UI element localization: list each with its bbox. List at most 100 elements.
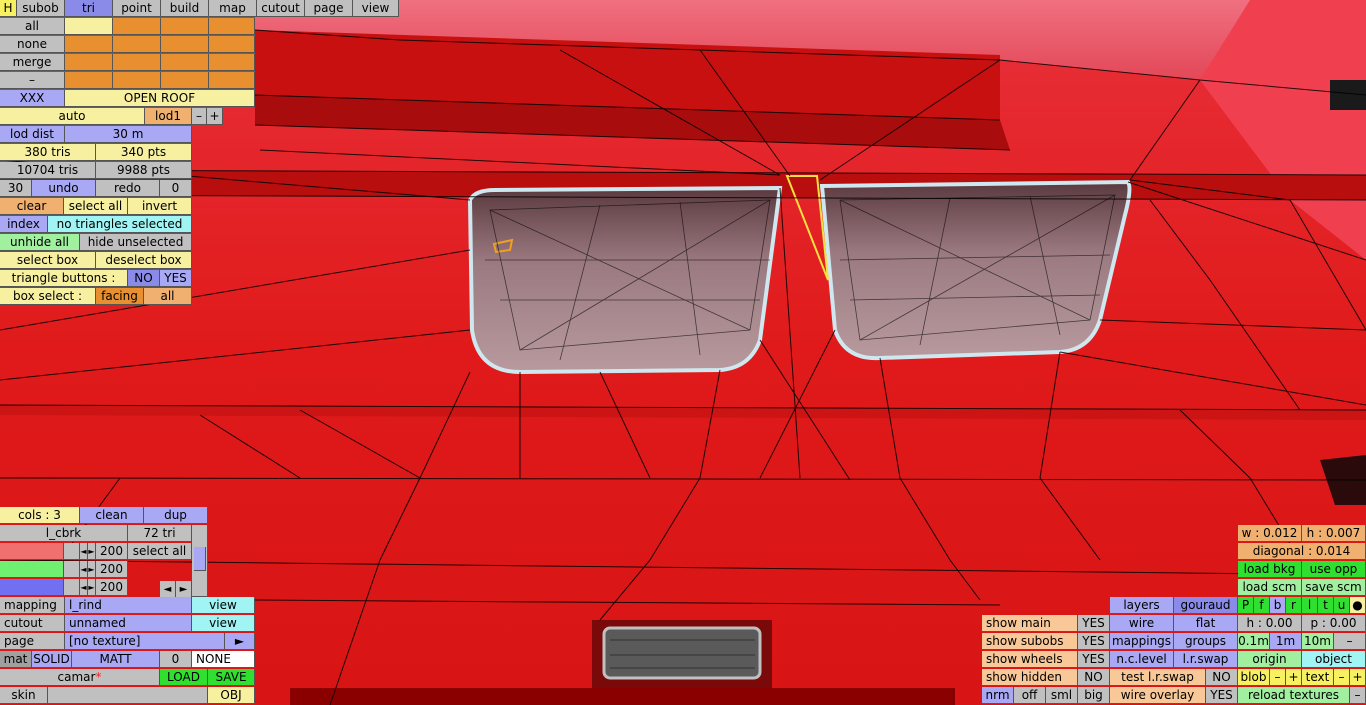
reload-minus-button[interactable]: –: [1350, 687, 1366, 704]
color-slider-handle[interactable]: [64, 579, 80, 596]
show-hidden-button[interactable]: show hidden: [982, 669, 1078, 686]
wire-button[interactable]: wire: [1110, 615, 1174, 632]
cutout-button[interactable]: cutout: [0, 615, 65, 632]
mapping-view-button[interactable]: view: [192, 597, 255, 614]
load-bkg-button[interactable]: load bkg: [1238, 561, 1302, 578]
origin-button[interactable]: origin: [1238, 651, 1302, 668]
index-button[interactable]: index: [0, 216, 48, 233]
cols-button[interactable]: cols : 3: [0, 507, 80, 524]
view-P-button[interactable]: P: [1238, 597, 1254, 614]
nc-level-button[interactable]: n.c.level: [1110, 651, 1174, 668]
big-button[interactable]: big: [1078, 687, 1110, 704]
color-slider-track[interactable]: [0, 543, 64, 560]
color-decrement[interactable]: ◄: [80, 543, 88, 560]
grid-10m-button[interactable]: 10m: [1302, 633, 1334, 650]
color-value[interactable]: 200: [96, 561, 128, 578]
view-dot-button[interactable]: ●: [1350, 597, 1366, 614]
mat-zero-button[interactable]: 0: [160, 651, 192, 668]
clean-button[interactable]: clean: [80, 507, 144, 524]
deselect-box-button[interactable]: deselect box: [96, 252, 192, 269]
sml-button[interactable]: sml: [1046, 687, 1078, 704]
view-b-button[interactable]: b: [1270, 597, 1286, 614]
selection-set-slot[interactable]: [65, 36, 113, 53]
lod-plus-button[interactable]: +: [207, 108, 223, 125]
save-scm-button[interactable]: save scm: [1302, 579, 1366, 596]
text-button[interactable]: text: [1302, 669, 1334, 686]
color-value[interactable]: 200: [96, 579, 128, 596]
undo-button[interactable]: undo: [32, 180, 96, 197]
show-subobs-value-button[interactable]: YES: [1078, 633, 1110, 650]
color-slider-handle[interactable]: [64, 561, 80, 578]
mappings-button[interactable]: mappings: [1110, 633, 1174, 650]
view-l-button[interactable]: l: [1302, 597, 1318, 614]
load-scm-button[interactable]: load scm: [1238, 579, 1302, 596]
save-button[interactable]: SAVE: [208, 669, 255, 686]
obj-button[interactable]: OBJ: [208, 687, 255, 704]
select-all-button[interactable]: select all: [64, 198, 128, 215]
color-increment[interactable]: ►: [88, 579, 96, 596]
wire-overlay-value-button[interactable]: YES: [1206, 687, 1238, 704]
show-subobs-button[interactable]: show subobs: [982, 633, 1078, 650]
show-wheels-value-button[interactable]: YES: [1078, 651, 1110, 668]
text-minus-button[interactable]: –: [1334, 669, 1350, 686]
mat-solid-button[interactable]: SOLID: [32, 651, 72, 668]
lod-dist-value-button[interactable]: 30 m: [65, 126, 192, 143]
h-offset-button[interactable]: h : 0.00: [1238, 615, 1302, 632]
view-u-button[interactable]: u: [1334, 597, 1350, 614]
test-lr-swap-button[interactable]: test l.r.swap: [1110, 669, 1206, 686]
tab-h[interactable]: H: [0, 0, 17, 17]
selection-all-button[interactable]: all: [0, 18, 65, 35]
selection-minus-button[interactable]: –: [0, 72, 65, 89]
selection-merge-button[interactable]: merge: [0, 54, 65, 71]
tab-map[interactable]: map: [209, 0, 257, 17]
color-slider-track[interactable]: [0, 579, 64, 596]
mapping-name-button[interactable]: l_rind: [65, 597, 192, 614]
material-scrollbar-thumb[interactable]: [194, 547, 206, 571]
selection-set-slot[interactable]: [113, 72, 161, 89]
material-next-button[interactable]: ►: [176, 581, 192, 598]
tab-cutout[interactable]: cutout: [257, 0, 305, 17]
blob-plus-button[interactable]: +: [1286, 669, 1302, 686]
selection-none-button[interactable]: none: [0, 36, 65, 53]
color-slider-handle[interactable]: [64, 543, 80, 560]
off-button[interactable]: off: [1014, 687, 1046, 704]
blob-button[interactable]: blob: [1238, 669, 1270, 686]
show-hidden-value-button[interactable]: NO: [1078, 669, 1110, 686]
mat-button[interactable]: mat: [0, 651, 32, 668]
color-increment[interactable]: ►: [88, 561, 96, 578]
layers-button[interactable]: layers: [1110, 597, 1174, 614]
box-select-all-button[interactable]: all: [144, 288, 192, 305]
flat-button[interactable]: flat: [1174, 615, 1238, 632]
selection-set-slot[interactable]: [161, 18, 209, 35]
selection-set-slot[interactable]: [209, 54, 255, 71]
reload-textures-button[interactable]: reload textures: [1238, 687, 1350, 704]
use-opp-button[interactable]: use opp: [1302, 561, 1366, 578]
mat-none-button[interactable]: NONE: [192, 651, 255, 668]
show-main-value-button[interactable]: YES: [1078, 615, 1110, 632]
selection-set-slot[interactable]: [161, 36, 209, 53]
skin-field-button[interactable]: [48, 687, 208, 704]
mat-matt-button[interactable]: MATT: [72, 651, 160, 668]
color-decrement[interactable]: ◄: [80, 561, 88, 578]
invert-button[interactable]: invert: [128, 198, 192, 215]
selection-set-slot[interactable]: [113, 54, 161, 71]
page-arrow-button[interactable]: ►: [225, 633, 255, 650]
tri-buttons-no-button[interactable]: NO: [128, 270, 160, 287]
tab-point[interactable]: point: [113, 0, 161, 17]
skin-button[interactable]: skin: [0, 687, 48, 704]
redo-button[interactable]: redo: [96, 180, 160, 197]
unhide-all-button[interactable]: unhide all: [0, 234, 80, 251]
test-lr-swap-value-button[interactable]: NO: [1206, 669, 1238, 686]
selection-set-slot[interactable]: [209, 72, 255, 89]
page-name-button[interactable]: [no texture]: [65, 633, 225, 650]
cutout-view-button[interactable]: view: [192, 615, 255, 632]
gouraud-button[interactable]: gouraud: [1174, 597, 1238, 614]
view-r-button[interactable]: r: [1286, 597, 1302, 614]
selection-set-slot[interactable]: [113, 36, 161, 53]
text-plus-button[interactable]: +: [1350, 669, 1366, 686]
selection-set-slot[interactable]: [65, 54, 113, 71]
p-offset-button[interactable]: p : 0.00: [1302, 615, 1366, 632]
groups-button[interactable]: groups: [1174, 633, 1238, 650]
selection-set-slot[interactable]: [161, 72, 209, 89]
hide-unselected-button[interactable]: hide unselected: [80, 234, 192, 251]
